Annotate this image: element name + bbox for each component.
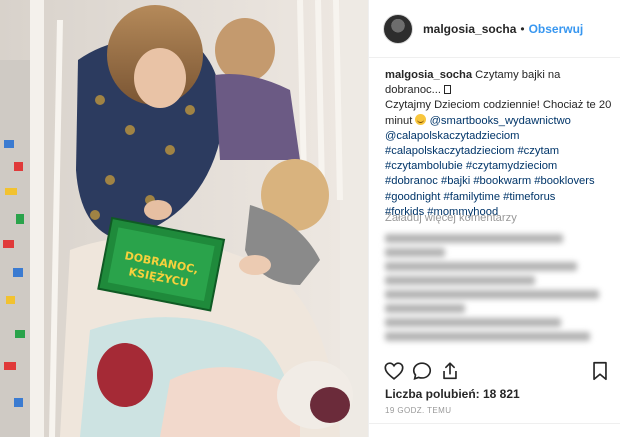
likes-count[interactable]: Liczba polubień: 18 821 <box>385 387 520 401</box>
hashtag-link[interactable]: #czytamydzieciom <box>466 160 557 172</box>
post-timestamp[interactable]: 19 GODZ. TEMU <box>385 406 451 415</box>
hashtag-link[interactable]: #czytam <box>517 145 559 157</box>
comment-icon[interactable] <box>411 360 433 382</box>
mention-link[interactable]: @smartbooks_wydawnictwo <box>430 115 571 127</box>
load-more-comments-button[interactable]: Załaduj więcej komentarzy <box>385 212 517 224</box>
hashtag-link[interactable]: #bookwarm <box>473 175 531 187</box>
hashtag-link[interactable]: #bajki <box>441 175 470 187</box>
post-header: malgosia_socha • Obserwuj <box>369 0 620 58</box>
hashtag-list: @calapolskaczytadzieciom #calapolskaczyt… <box>385 129 613 220</box>
divider <box>369 423 620 424</box>
photo-illustration: DOBRANOC, KSIĘŻYCU <box>0 0 368 437</box>
hashtag-link[interactable]: #booklovers <box>534 175 594 187</box>
heart-icon[interactable] <box>383 360 405 382</box>
action-bar <box>383 360 611 382</box>
post-side-panel: malgosia_socha • Obserwuj malgosia_socha… <box>368 0 620 437</box>
smiley-emoji-icon <box>415 113 427 125</box>
post-photo[interactable]: DOBRANOC, KSIĘŻYCU <box>0 0 368 437</box>
hashtag-link[interactable]: #familytime <box>443 191 500 203</box>
caption-username[interactable]: malgosia_socha <box>385 69 472 81</box>
hashtag-link[interactable]: #calapolskaczytadzieciom <box>385 145 514 157</box>
share-icon[interactable] <box>439 360 461 382</box>
hashtag-link[interactable]: #timeforus <box>503 191 555 203</box>
separator-dot: • <box>520 21 525 36</box>
blurred-comments <box>385 232 605 350</box>
hashtag-link[interactable]: @calapolskaczytadzieciom <box>385 130 519 142</box>
post-caption: malgosia_socha Czytamy bajki na dobranoc… <box>385 68 613 220</box>
hashtag-link[interactable]: #goodnight <box>385 191 440 203</box>
hashtag-link[interactable]: #czytambolubie <box>385 160 463 172</box>
header-username[interactable]: malgosia_socha <box>423 22 516 36</box>
follow-button[interactable]: Obserwuj <box>529 22 584 36</box>
box-glyph-icon <box>443 85 451 95</box>
bookmark-icon[interactable] <box>589 360 611 382</box>
avatar[interactable] <box>383 13 413 44</box>
hashtag-link[interactable]: #dobranoc <box>385 175 438 187</box>
